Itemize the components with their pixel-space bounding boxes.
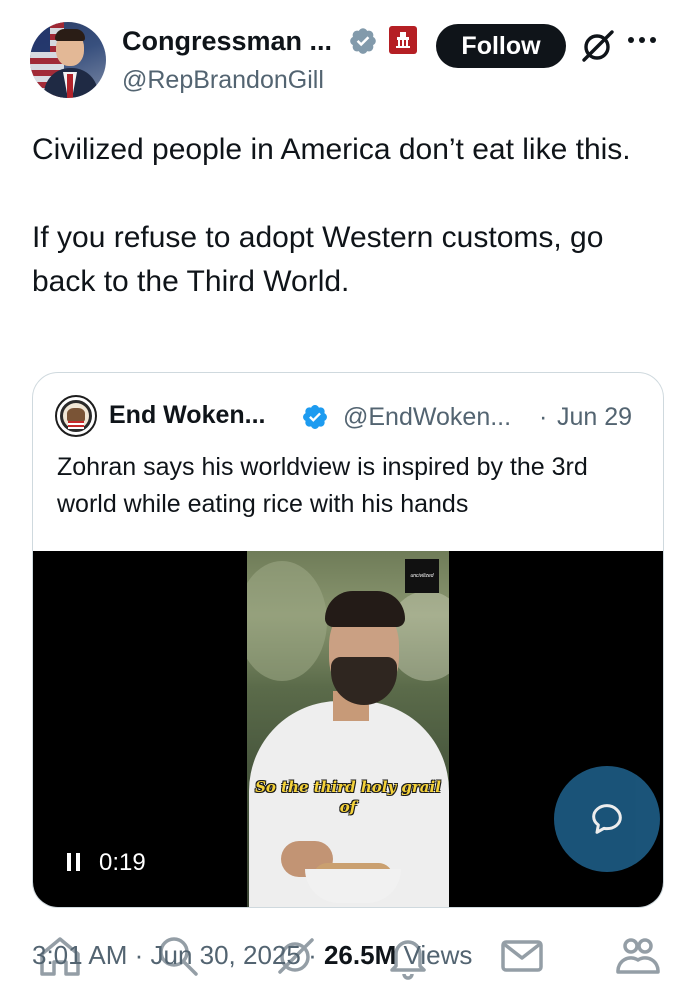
video-frame: uncivilized So the third holy grail of (247, 551, 449, 907)
quoted-author-name[interactable]: End Woken... (109, 401, 266, 430)
tweet-paragraph: Civilized people in America don’t eat li… (32, 133, 631, 166)
grok-icon[interactable] (580, 28, 616, 64)
author-handle[interactable]: @RepBrandonGill (122, 66, 324, 95)
reply-fab-button[interactable] (554, 766, 660, 872)
tweet-paragraph: If you refuse to adopt Western customs, … (32, 221, 604, 298)
quoted-date[interactable]: Jun 29 (557, 403, 632, 432)
verified-icon (350, 28, 376, 54)
search-icon[interactable] (152, 930, 204, 982)
video-timestamp: 0:19 (99, 849, 146, 876)
bottom-nav (0, 930, 696, 990)
quoted-author-avatar[interactable] (55, 395, 97, 437)
government-badge-icon (389, 26, 417, 54)
reply-icon (592, 804, 622, 834)
communities-icon[interactable] (612, 930, 664, 982)
quoted-author-handle[interactable]: @EndWoken... (343, 403, 511, 432)
tweet-text: Civilized people in America don’t eat li… (32, 128, 662, 304)
author-avatar[interactable] (30, 22, 106, 98)
quoted-text: Zohran says his worldview is inspired by… (57, 453, 588, 518)
home-icon[interactable] (34, 930, 86, 982)
pause-icon[interactable] (67, 853, 81, 871)
notifications-icon[interactable] (382, 930, 434, 982)
messages-icon[interactable] (496, 930, 548, 982)
tweet-header: Congressman ... @RepBrandonGill Follow (30, 22, 670, 102)
video-caption: So the third holy grail of (255, 778, 441, 816)
follow-button[interactable]: Follow (436, 24, 566, 68)
grok-nav-icon[interactable] (270, 930, 322, 982)
separator-dot: · (539, 403, 548, 431)
verified-icon (303, 405, 327, 429)
author-display-name[interactable]: Congressman ... (122, 26, 332, 57)
more-icon[interactable] (628, 30, 662, 50)
video-watermark: uncivilized (405, 559, 439, 593)
